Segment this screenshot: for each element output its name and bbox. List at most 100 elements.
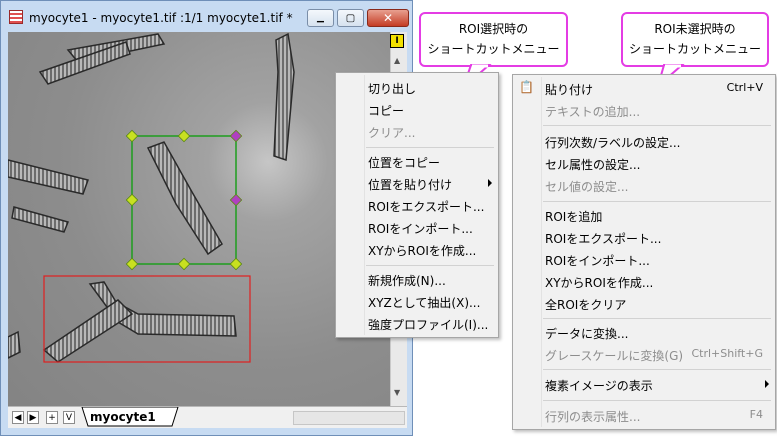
menu-item-label: 位置を貼り付け — [368, 178, 453, 192]
menu-item-shortcut: Ctrl+V — [726, 81, 763, 94]
menu-item-label: 複素イメージの表示 — [545, 379, 653, 393]
menu-item-label: セル属性の設定... — [545, 158, 641, 172]
roi-badge-label: I — [395, 36, 399, 46]
menu-separator — [543, 201, 771, 202]
submenu-arrow-icon — [765, 380, 769, 388]
menu-item-import-roi[interactable]: ROIをインポート... — [513, 248, 775, 270]
callout-roi-selected: ROI選択時の ショートカットメニュー — [419, 12, 568, 67]
sheet-tab-bar: ◀ ▶ + V myocyte1 — [8, 406, 407, 428]
menu-item-label: 行列の表示属性... — [545, 410, 641, 424]
menu-item-label: XYからROIを作成... — [368, 244, 477, 258]
menu-item-set-dimensions[interactable]: 行列次数/ラベルの設定... — [513, 130, 775, 152]
menu-item-import-roi[interactable]: ROIをインポート... — [336, 216, 498, 238]
menu-separator — [366, 147, 494, 148]
matrix-window-icon — [9, 10, 23, 24]
sheet-tab-myocyte1[interactable]: myocyte1 — [90, 410, 180, 427]
roi-toolbar-icon[interactable]: I — [390, 34, 404, 48]
menu-separator — [543, 400, 771, 401]
menu-item-label: ROIを追加 — [545, 210, 603, 224]
sheet-prev-button[interactable]: ◀ — [12, 411, 24, 424]
image-canvas[interactable] — [8, 32, 390, 406]
menu-item-clear-all-roi[interactable]: 全ROIをクリア — [513, 292, 775, 314]
menu-item-create-roi-from-xy[interactable]: XYからROIを作成... — [513, 270, 775, 292]
scroll-down-icon[interactable]: ▼ — [394, 388, 400, 397]
menu-separator — [366, 265, 494, 266]
menu-item-convert-to-grayscale[interactable]: グレースケールに変換(G) Ctrl+Shift+G — [513, 343, 775, 365]
left-arrow-icon: ◀ — [14, 412, 22, 423]
menu-item-add-text[interactable]: テキストの追加... — [513, 99, 775, 121]
menu-item-extract-xyz[interactable]: XYZとして抽出(X)... — [336, 290, 498, 312]
menu-item-clear[interactable]: クリア... — [336, 120, 498, 142]
maximize-icon: ▢ — [345, 12, 356, 24]
menu-item-set-cell-properties[interactable]: セル属性の設定... — [513, 152, 775, 174]
maximize-button[interactable]: ▢ — [337, 9, 364, 27]
sheet-list-button[interactable]: V — [63, 411, 75, 424]
menu-item-set-cell-values[interactable]: セル値の設定... — [513, 174, 775, 196]
close-icon: ✕ — [382, 11, 394, 25]
menu-item-label: クリア... — [368, 126, 416, 140]
sheet-next-button[interactable]: ▶ — [27, 411, 39, 424]
menu-item-label: セル値の設定... — [545, 180, 629, 194]
menu-item-add-roi[interactable]: ROIを追加 — [513, 204, 775, 226]
menu-item-label: グレースケールに変換(G) — [545, 349, 684, 363]
paste-icon: 📋 — [519, 80, 534, 94]
menu-item-label: コピー — [368, 104, 405, 118]
menu-item-cut[interactable]: 切り出し — [336, 76, 498, 98]
sheet-list-label: V — [65, 412, 73, 423]
context-menu-roi-selected: 切り出し コピー クリア... 位置をコピー 位置を貼り付け ROIをエクスポー… — [335, 72, 499, 338]
callout-roi-unselected: ROI未選択時の ショートカットメニュー — [621, 12, 769, 67]
cell-shape — [42, 299, 134, 363]
menu-item-label: ROIをエクスポート... — [368, 200, 485, 214]
cell-shape — [8, 330, 21, 359]
menu-separator — [543, 318, 771, 319]
add-sheet-button[interactable]: + — [46, 411, 58, 424]
menu-item-label: XYZとして抽出(X)... — [368, 296, 481, 310]
menu-item-label: ROIをインポート... — [368, 222, 473, 236]
menu-item-export-roi[interactable]: ROIをエクスポート... — [336, 194, 498, 216]
menu-item-label: 貼り付け — [545, 83, 594, 97]
myocyte-image — [8, 32, 295, 363]
menu-item-label: 新規作成(N)... — [368, 274, 446, 288]
scroll-up-icon[interactable]: ▲ — [394, 56, 400, 65]
cell-shape — [11, 206, 70, 233]
minimize-icon: ▁ — [317, 13, 324, 23]
menu-item-label: ROIをエクスポート... — [545, 232, 662, 246]
menu-item-label: XYからROIを作成... — [545, 276, 654, 290]
menu-item-create-roi-from-xy[interactable]: XYからROIを作成... — [336, 238, 498, 260]
context-menu-roi-unselected: 📋 貼り付け Ctrl+V テキストの追加... 行列次数/ラベルの設定... … — [512, 74, 776, 430]
menu-item-label: 切り出し — [368, 82, 417, 96]
cell-shape — [273, 32, 295, 162]
menu-item-label: ROIをインポート... — [545, 254, 650, 268]
title-bar[interactable]: myocyte1 - myocyte1.tif :1/1 myocyte1.ti… — [1, 1, 412, 32]
menu-item-label: テキストの追加... — [545, 105, 641, 119]
minimize-button[interactable]: ▁ — [307, 9, 334, 27]
menu-item-shortcut: F4 — [749, 408, 763, 421]
menu-item-show-complex-image[interactable]: 複素イメージの表示 — [513, 373, 775, 395]
menu-item-paste[interactable]: 📋 貼り付け Ctrl+V — [513, 77, 775, 99]
plus-icon: + — [48, 412, 56, 423]
cell-shape — [146, 141, 223, 256]
close-button[interactable]: ✕ — [367, 9, 409, 27]
menu-item-intensity-profile[interactable]: 強度プロファイル(I)... — [336, 312, 498, 334]
callout-text: ROI未選択時の ショートカットメニュー — [628, 22, 761, 56]
submenu-arrow-icon — [488, 179, 492, 187]
menu-item-label: 行列次数/ラベルの設定... — [545, 136, 681, 150]
menu-item-label: 強度プロファイル(I)... — [368, 318, 489, 332]
menu-item-copy[interactable]: コピー — [336, 98, 498, 120]
menu-separator — [543, 369, 771, 370]
menu-separator — [543, 125, 771, 126]
menu-item-new[interactable]: 新規作成(N)... — [336, 268, 498, 290]
menu-item-paste-position[interactable]: 位置を貼り付け — [336, 172, 498, 194]
menu-item-copy-position[interactable]: 位置をコピー — [336, 150, 498, 172]
horizontal-scrollbar[interactable] — [293, 411, 405, 425]
menu-item-export-roi[interactable]: ROIをエクスポート... — [513, 226, 775, 248]
menu-item-convert-to-data[interactable]: データに変換... — [513, 321, 775, 343]
menu-item-label: 全ROIをクリア — [545, 298, 627, 312]
menu-item-matrix-display-properties[interactable]: 行列の表示属性... F4 — [513, 404, 775, 426]
cell-shape — [8, 159, 89, 195]
menu-item-label: データに変換... — [545, 327, 629, 341]
right-arrow-icon: ▶ — [29, 412, 37, 423]
menu-item-shortcut: Ctrl+Shift+G — [691, 347, 763, 360]
menu-item-label: 位置をコピー — [368, 156, 441, 170]
window-title: myocyte1 - myocyte1.tif :1/1 myocyte1.ti… — [29, 11, 293, 25]
